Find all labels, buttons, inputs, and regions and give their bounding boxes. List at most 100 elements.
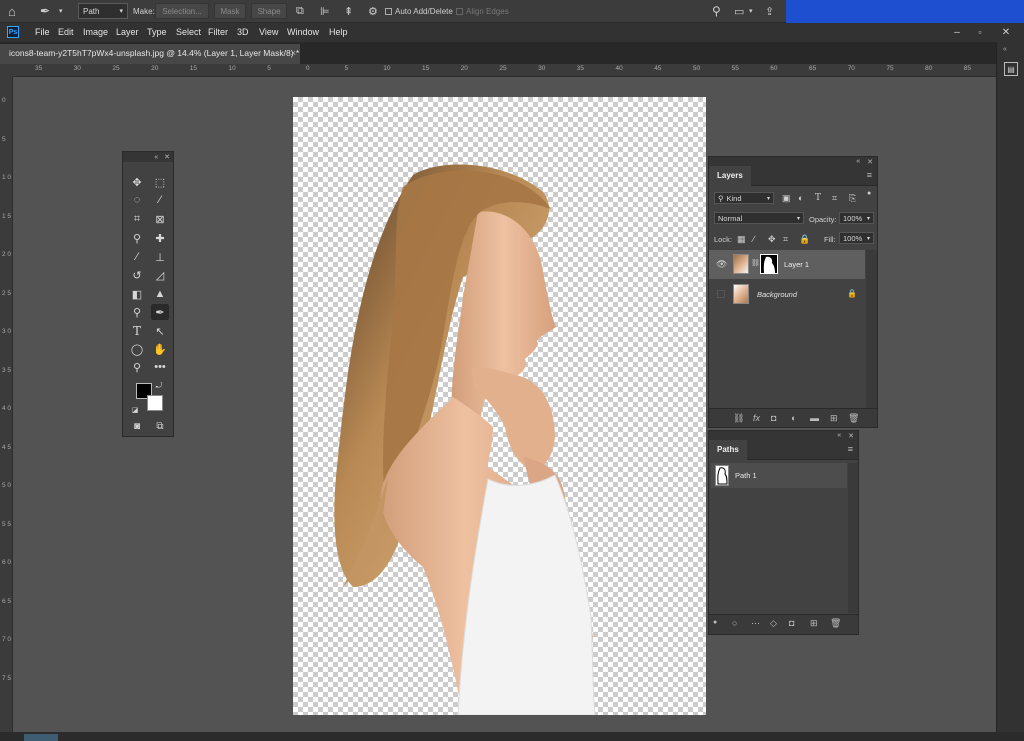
trash-icon[interactable]: 🗑 — [830, 618, 841, 629]
visibility-toggle-empty[interactable] — [717, 290, 725, 298]
eraser-tool-icon[interactable]: ◿ — [151, 267, 169, 283]
menu-edit[interactable]: Edit — [58, 27, 74, 37]
shape-filter-icon[interactable]: ⌗ — [832, 193, 837, 204]
new-layer-icon[interactable]: ⊞ — [830, 413, 838, 424]
pen-tool-icon[interactable]: ✒ — [151, 304, 169, 320]
collapse-icon[interactable]: « — [856, 158, 860, 165]
tab-paths[interactable]: Paths — [709, 440, 747, 460]
search-icon[interactable]: ⚲ — [712, 3, 721, 19]
close-icon[interactable]: ✕ — [164, 153, 170, 161]
menu-3d[interactable]: 3D — [237, 27, 249, 37]
screen-mode-icon[interactable]: ⧉ — [151, 418, 169, 434]
menu-file[interactable]: File — [35, 27, 50, 37]
trash-icon[interactable]: 🗑 — [848, 413, 859, 424]
more-tools-icon[interactable]: ••• — [151, 359, 169, 375]
tool-mode-select[interactable]: Path ▾ — [78, 3, 128, 19]
menu-view[interactable]: View — [259, 27, 278, 37]
tab-layers[interactable]: Layers — [709, 166, 751, 186]
menu-filter[interactable]: Filter — [208, 27, 228, 37]
workspace-icon[interactable]: ▭ — [734, 3, 744, 19]
menu-layer[interactable]: Layer — [116, 27, 139, 37]
path-row-path-1[interactable]: Path 1 — [711, 463, 847, 488]
auto-add-delete-checkbox[interactable]: Auto Add/Delete — [385, 3, 453, 19]
ellipse-tool-icon[interactable]: ◯ — [128, 341, 146, 357]
eyedropper-tool-icon[interactable]: ⚲ — [128, 230, 146, 246]
minimize-icon[interactable]: – — [948, 25, 966, 39]
layer-row-background[interactable]: Background 🔒 — [709, 280, 865, 309]
pixel-filter-icon[interactable]: ▣ — [782, 193, 791, 204]
collapse-icon[interactable]: « — [154, 154, 158, 161]
close-icon[interactable]: ✕ — [848, 432, 854, 440]
lock-all-icon[interactable]: 🔒 — [799, 234, 810, 245]
hand-tool-icon[interactable]: ✋ — [151, 341, 169, 357]
history-brush-tool-icon[interactable]: ↺ — [128, 267, 146, 283]
mask-button[interactable]: Mask — [214, 3, 246, 19]
blend-mode-select[interactable]: Normal ▾ — [714, 212, 804, 224]
close-icon[interactable]: ✕ — [867, 158, 873, 166]
lock-transparent-icon[interactable]: ▦ — [737, 234, 746, 245]
menu-window[interactable]: Window — [287, 27, 319, 37]
swap-colors-icon[interactable]: ⤾ — [153, 378, 165, 394]
menu-help[interactable]: Help — [329, 27, 348, 37]
lock-image-icon[interactable]: ∕ — [753, 234, 755, 244]
group-folder-icon[interactable]: ▬ — [810, 413, 819, 423]
blur-tool-icon[interactable]: ▲ — [151, 286, 169, 302]
background-color-swatch[interactable] — [147, 395, 163, 411]
healing-brush-tool-icon[interactable]: ✚ — [151, 230, 169, 246]
gear-icon[interactable]: ⚙ — [368, 3, 378, 19]
gradient-tool-icon[interactable]: ◧ — [128, 286, 146, 302]
marquee-tool-icon[interactable]: ⬚ — [151, 174, 169, 190]
type-filter-icon[interactable]: T — [815, 193, 821, 203]
stroke-path-icon[interactable]: ○ — [732, 618, 737, 628]
dodge-tool-icon[interactable]: ⚲ — [128, 304, 146, 320]
frame-tool-icon[interactable]: ⊠ — [151, 211, 169, 227]
add-mask-icon[interactable]: ◘ — [789, 618, 794, 628]
path-alignment-icon[interactable]: ⊫ — [320, 3, 330, 19]
adjustment-layer-icon[interactable]: ◐ — [791, 413, 796, 423]
move-tool-icon[interactable]: ✥ — [128, 174, 146, 190]
fill-path-icon[interactable]: ● — [713, 619, 717, 626]
properties-panel-icon[interactable]: ▤ — [1004, 62, 1018, 76]
collapse-icon[interactable]: « — [837, 432, 841, 439]
close-icon[interactable]: ✕ — [997, 25, 1015, 39]
smart-object-filter-icon[interactable]: ⎘ — [849, 193, 856, 204]
type-tool-icon[interactable]: T — [128, 323, 146, 339]
quick-mask-icon[interactable]: ◙ — [128, 418, 146, 434]
path-selection-tool-icon[interactable]: ↖ — [151, 323, 169, 339]
add-mask-icon[interactable]: ◘ — [771, 413, 776, 423]
layer-mask-thumbnail[interactable] — [760, 254, 778, 274]
close-icon[interactable]: × — [291, 48, 296, 58]
scrollbar[interactable] — [848, 463, 858, 613]
link-layers-icon[interactable]: ⛓ — [733, 413, 744, 424]
load-as-selection-icon[interactable]: ⋯ — [751, 618, 760, 629]
chevron-down-icon[interactable]: ▾ — [749, 3, 753, 19]
lock-artboard-icon[interactable]: ⌗ — [783, 234, 788, 245]
path-operations-icon[interactable]: ⧉ — [296, 3, 304, 19]
restore-icon[interactable]: ▫ — [971, 25, 989, 39]
brush-tool-icon[interactable]: ∕ — [128, 249, 146, 265]
lock-position-icon[interactable]: ✥ — [768, 234, 776, 245]
share-icon[interactable]: ⇪ — [765, 3, 774, 19]
align-edges-checkbox[interactable]: Align Edges — [456, 3, 509, 19]
make-work-path-icon[interactable]: ◇ — [770, 618, 777, 629]
menu-select[interactable]: Select — [176, 27, 201, 37]
home-icon[interactable]: ⌂ — [8, 3, 16, 19]
menu-image[interactable]: Image — [83, 27, 108, 37]
fx-icon[interactable]: fx — [753, 413, 760, 423]
layer-row-layer-1[interactable]: 👁 ⛓ Layer 1 — [709, 250, 865, 279]
pen-tool-preset-icon[interactable]: ✒ — [40, 3, 50, 19]
shape-button[interactable]: Shape — [251, 3, 287, 19]
chevron-down-icon[interactable]: ▾ — [59, 3, 63, 19]
document-canvas[interactable] — [293, 97, 706, 715]
clone-stamp-tool-icon[interactable]: ⊥ — [151, 249, 169, 265]
quick-selection-tool-icon[interactable]: ⁄ — [151, 192, 169, 208]
filter-kind-select[interactable]: ⚲ Kind ▾ — [714, 192, 774, 204]
adjustment-filter-icon[interactable]: ◐ — [798, 193, 803, 203]
selection-button[interactable]: Selection... — [155, 3, 209, 19]
default-colors-icon[interactable]: ◪ — [129, 402, 141, 418]
panel-menu-icon[interactable]: ≡ — [848, 444, 853, 454]
menu-type[interactable]: Type — [147, 27, 167, 37]
link-icon[interactable]: ⛓ — [751, 259, 760, 267]
fill-field[interactable]: 100% ▾ — [839, 232, 874, 244]
lasso-tool-icon[interactable]: ◌ — [128, 192, 146, 208]
